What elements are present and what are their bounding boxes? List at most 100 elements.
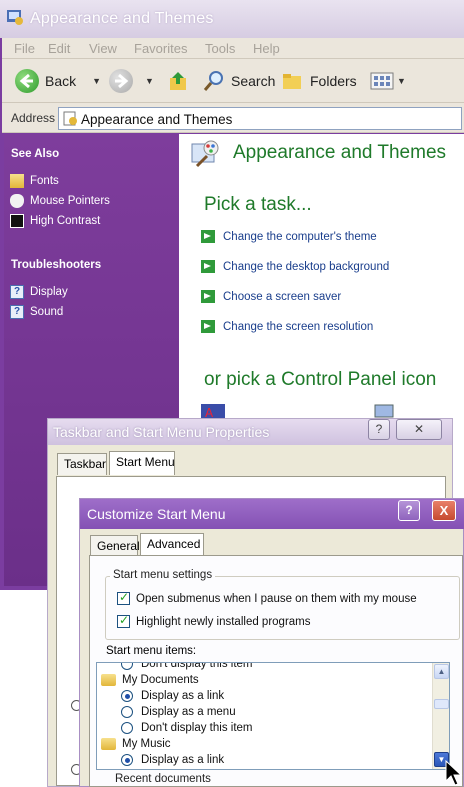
list-item[interactable]: Don't display this item	[121, 722, 253, 734]
up-folder-icon	[170, 72, 186, 90]
page-title: Appearance and Themes	[233, 142, 447, 163]
list-item[interactable]: Display as a link	[121, 754, 224, 766]
task-label: Change the screen resolution	[223, 320, 374, 333]
radio-icon	[121, 663, 133, 670]
sidebar-item-sound[interactable]: ? Sound	[10, 305, 63, 319]
sidebar-item-display[interactable]: ? Display	[10, 285, 68, 299]
recent-documents-label: Recent documents	[113, 773, 213, 785]
menu-favorites[interactable]: Favorites	[134, 41, 187, 56]
menu-help[interactable]: Help	[253, 41, 280, 56]
high-contrast-icon	[10, 214, 24, 228]
mouse-cursor-icon	[445, 760, 463, 786]
forward-dropdown-icon[interactable]: ▼	[145, 76, 154, 86]
list-item: My Music	[101, 738, 171, 750]
folder-icon	[101, 738, 116, 750]
list-item: My Documents	[101, 674, 199, 686]
help-button[interactable]: ?	[398, 500, 420, 521]
see-also-heading: See Also	[11, 148, 60, 160]
folders-label: Folders	[310, 73, 357, 89]
sidebar-item-label: High Contrast	[30, 215, 101, 227]
forward-arrow-icon	[109, 69, 133, 93]
address-page-icon	[63, 111, 77, 126]
radio-icon	[121, 722, 133, 734]
start-menu-items-list[interactable]: Don't display this item My Documents Dis…	[96, 662, 450, 770]
settings-groupbox	[105, 576, 460, 640]
fonts-folder-icon	[10, 174, 24, 188]
list-item[interactable]: Don't display this item	[121, 662, 253, 670]
radio-icon	[121, 706, 133, 718]
views-button[interactable]: ▼	[370, 69, 406, 93]
menu-edit[interactable]: Edit	[48, 41, 70, 56]
open-submenus-checkbox[interactable]: Open submenus when I pause on them with …	[117, 590, 417, 605]
help-button[interactable]: ?	[368, 419, 390, 440]
help-icon: ?	[10, 285, 24, 299]
back-button[interactable]: Back ▼	[15, 69, 101, 93]
views-dropdown-icon[interactable]: ▼	[397, 76, 406, 86]
task-screen-resolution[interactable]: Change the screen resolution	[201, 320, 373, 333]
list-item-label: Display as a menu	[141, 706, 236, 718]
sidebar-item-label: Sound	[30, 306, 64, 318]
close-button[interactable]: ✕	[396, 419, 442, 440]
list-scrollbar[interactable]: ▲ ▼	[432, 663, 449, 769]
back-label: Back	[45, 73, 77, 89]
scroll-thumb[interactable]	[434, 699, 449, 709]
views-icon	[370, 72, 394, 90]
checkbox-checked-icon	[117, 613, 130, 628]
taskbar-dialog-title-bar: Taskbar and Start Menu Properties ? ✕	[48, 419, 452, 445]
forward-button[interactable]: ▼	[109, 69, 154, 93]
list-item-label: My Music	[122, 738, 171, 750]
back-arrow-icon	[15, 69, 39, 93]
search-label: Search	[231, 73, 276, 89]
customize-dialog-title-bar: Customize Start Menu ? X	[80, 499, 464, 529]
customize-start-menu-dialog: Customize Start Menu ? X General Advance…	[79, 498, 464, 787]
radio-selected-icon	[121, 690, 133, 702]
address-bar: Address Appearance and Themes	[2, 103, 464, 133]
scroll-up-icon[interactable]: ▲	[434, 664, 449, 679]
sidebar-item-label: Display	[30, 286, 68, 298]
address-label: Address	[11, 111, 56, 125]
troubleshooters-heading: Troubleshooters	[11, 259, 102, 271]
task-label: Change the desktop background	[223, 260, 390, 273]
task-screen-saver[interactable]: Choose a screen saver	[201, 290, 341, 303]
toolbar: Back ▼ ▼ Search Folders ▼	[2, 59, 464, 103]
tab-start-menu[interactable]: Start Menu	[109, 451, 175, 475]
task-change-background[interactable]: Change the desktop background	[201, 260, 389, 273]
taskbar-dialog-title: Taskbar and Start Menu Properties	[53, 424, 270, 440]
list-item-label: Display as a link	[141, 690, 225, 702]
green-arrow-icon	[201, 320, 215, 333]
list-item[interactable]: Display as a menu	[121, 706, 236, 718]
task-label: Change the computer's theme	[223, 230, 377, 243]
menu-view[interactable]: View	[89, 41, 117, 56]
address-field[interactable]: Appearance and Themes	[58, 107, 462, 130]
list-item-label: Display as a link	[141, 754, 225, 766]
sidebar-item-high-contrast[interactable]: High Contrast	[10, 214, 100, 228]
sidebar-item-fonts[interactable]: Fonts	[10, 174, 59, 188]
back-dropdown-icon[interactable]: ▼	[92, 76, 101, 86]
up-folder-button[interactable]	[168, 69, 190, 93]
folder-icon	[101, 674, 116, 686]
mouse-icon	[10, 194, 24, 208]
checkbox-label: Highlight newly installed programs	[136, 615, 311, 628]
green-arrow-icon	[201, 230, 215, 243]
tab-advanced[interactable]: Advanced	[140, 533, 204, 557]
checkbox-checked-icon	[117, 590, 130, 605]
menu-tools[interactable]: Tools	[205, 41, 235, 56]
menu-bar: File Edit View Favorites Tools Help	[2, 38, 464, 59]
list-item[interactable]: Display as a link	[121, 690, 224, 702]
search-button[interactable]: Search	[202, 69, 275, 93]
sidebar-item-label: Fonts	[30, 175, 59, 187]
tab-general[interactable]: General	[90, 535, 140, 557]
close-button[interactable]: X	[432, 500, 456, 521]
appearance-themes-icon	[191, 140, 219, 168]
title-bar: Appearance and Themes	[0, 0, 464, 38]
task-change-theme[interactable]: Change the computer's theme	[201, 230, 377, 243]
list-item-label: My Documents	[122, 674, 199, 686]
highlight-programs-checkbox[interactable]: Highlight newly installed programs	[117, 613, 311, 628]
sidebar-item-mouse-pointers[interactable]: Mouse Pointers	[10, 194, 110, 208]
menu-file[interactable]: File	[14, 41, 35, 56]
list-item-label: Don't display this item	[141, 662, 253, 670]
pick-icon-heading: or pick a Control Panel icon	[204, 369, 437, 390]
folders-icon	[283, 74, 301, 89]
folders-button[interactable]: Folders	[282, 69, 357, 93]
tab-taskbar[interactable]: Taskbar	[57, 453, 107, 475]
